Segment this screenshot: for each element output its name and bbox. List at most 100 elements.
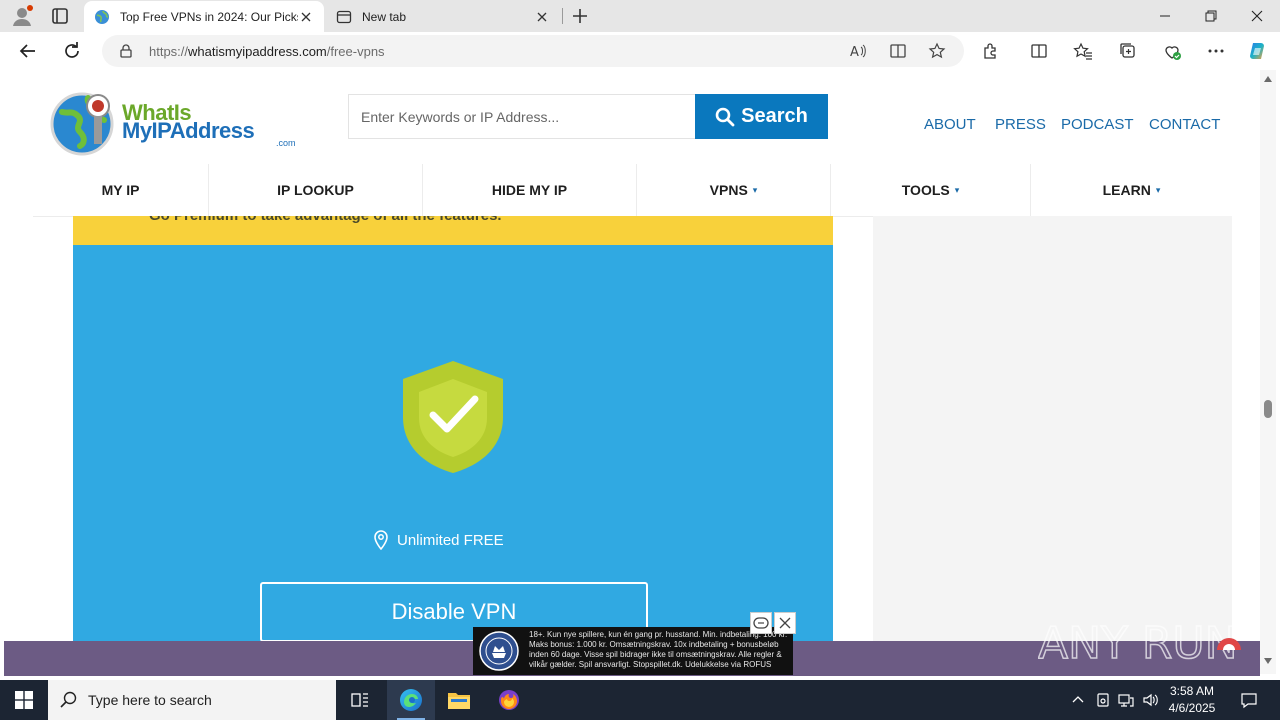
ad-choices-icon[interactable]	[750, 612, 772, 634]
more-options-icon[interactable]	[1206, 41, 1226, 61]
back-arrow-icon[interactable]	[16, 39, 40, 63]
address-bar[interactable]: https://whatismyipaddress.com/free-vpns …	[102, 35, 964, 67]
collections-icon[interactable]	[1118, 41, 1138, 61]
link-press[interactable]: PRESS	[995, 116, 1046, 133]
security-tray-icon[interactable]	[1093, 690, 1113, 710]
lock-icon[interactable]	[118, 43, 134, 59]
nav-my-ip[interactable]: MY IP	[33, 164, 209, 216]
favorite-star-icon[interactable]	[928, 42, 946, 60]
vpn-location-label: Unlimited FREE	[397, 531, 504, 549]
search-button[interactable]: Search	[695, 94, 828, 139]
scroll-down-icon[interactable]	[1264, 658, 1272, 664]
tab-new-tab[interactable]: New tab	[326, 1, 560, 32]
link-podcast[interactable]: PODCAST	[1061, 116, 1134, 133]
close-icon[interactable]	[534, 9, 550, 25]
notifications-icon[interactable]	[1238, 690, 1260, 710]
nav-tools[interactable]: TOOLS ▾	[831, 164, 1031, 216]
nav-label: TOOLS	[901, 182, 950, 198]
tab-free-vpns[interactable]: Top Free VPNs in 2024: Our Picks	[84, 1, 324, 32]
plus-icon[interactable]	[568, 4, 592, 28]
read-aloud-icon[interactable]: A	[849, 42, 867, 60]
nav-label: LEARN	[1102, 182, 1151, 198]
nav-ip-lookup[interactable]: IP LOOKUP	[209, 164, 423, 216]
url-scheme: https://	[149, 44, 189, 59]
url-path: /free-vpns	[326, 44, 385, 59]
tab-title: Top Free VPNs in 2024: Our Picks	[120, 9, 298, 24]
nav-label: MY IP	[101, 182, 140, 198]
clock-time: 3:58 AM	[1169, 684, 1215, 698]
nav-learn[interactable]: LEARN ▾	[1031, 164, 1232, 216]
edge-app-icon[interactable]	[387, 680, 435, 720]
restore-icon[interactable]	[1188, 0, 1234, 32]
link-contact[interactable]: CONTACT	[1149, 116, 1220, 133]
url-host: whatismyipaddress.com	[188, 44, 327, 59]
copilot-icon[interactable]	[1246, 39, 1270, 63]
site-search-input[interactable]: Enter Keywords or IP Address...	[348, 94, 696, 139]
address-toolbar: https://whatismyipaddress.com/free-vpns …	[0, 32, 1280, 70]
watermark-text: ANY RUN	[1038, 618, 1238, 669]
tab-actions-icon[interactable]	[48, 4, 72, 28]
shield-check-icon	[403, 361, 503, 473]
globe-logo-icon	[50, 92, 114, 156]
right-sidebar	[873, 216, 1232, 641]
site-logo[interactable]: WhatIs MyIPAddress .com	[48, 88, 296, 158]
nav-hide-my-ip[interactable]: HIDE MY IP	[423, 164, 637, 216]
caret-down-icon: ▾	[954, 184, 960, 195]
notification-badge-icon	[1217, 638, 1241, 650]
link-about[interactable]: ABOUT	[924, 116, 976, 133]
profile-icon[interactable]	[10, 4, 34, 28]
task-view-icon[interactable]	[336, 680, 384, 720]
nav-label: HIDE MY IP	[491, 182, 568, 198]
svg-text:A: A	[850, 45, 859, 60]
page-scrollbar[interactable]	[1260, 70, 1276, 674]
globe-icon	[94, 9, 110, 25]
windows-start-icon[interactable]	[0, 680, 48, 720]
ad-disclaimer: 18+. Kun nye spillere, kun én gang pr. h…	[529, 630, 788, 669]
nav-label: VPNS	[709, 182, 748, 198]
web-page: WhatIs MyIPAddress .com Enter Keywords o…	[4, 70, 1260, 641]
scroll-up-icon[interactable]	[1264, 76, 1272, 82]
search-button-label: Search	[741, 105, 808, 127]
logo-line-2: MyIPAddress	[122, 118, 255, 143]
tab-title: New tab	[362, 9, 407, 24]
file-explorer-icon[interactable]	[435, 680, 483, 720]
clock-date: 4/6/2025	[1168, 701, 1216, 715]
location-pin-icon	[374, 530, 388, 550]
nav-vpns[interactable]: VPNS ▾	[637, 164, 831, 216]
license-seal-icon	[479, 631, 519, 671]
windows-taskbar: Type here to search 3:58 AM 4/6/2025	[0, 680, 1280, 720]
new-tab-page-icon	[336, 9, 352, 25]
tab-bar: Top Free VPNs in 2024: Our Picks New tab	[0, 0, 1280, 32]
taskbar-search-box[interactable]: Type here to search	[48, 680, 336, 720]
minimize-icon[interactable]	[1142, 0, 1188, 32]
url-text[interactable]: https://whatismyipaddress.com/free-vpns	[149, 44, 385, 59]
tab-separator	[562, 8, 563, 24]
refresh-icon[interactable]	[60, 39, 84, 63]
network-icon[interactable]	[1116, 690, 1136, 710]
disable-vpn-label: Disable VPN	[391, 599, 517, 624]
extensions-icon[interactable]	[981, 41, 1001, 61]
anyrun-watermark: ANY RUN	[1038, 617, 1238, 670]
firefox-app-icon[interactable]	[485, 680, 533, 720]
content-column: Go Premium to take advantage of all the …	[73, 216, 833, 641]
vpn-location: Unlimited FREE	[373, 530, 533, 550]
logo-line-3: .com	[276, 138, 296, 148]
ad-close-icon[interactable]	[774, 612, 796, 634]
caret-down-icon: ▾	[752, 184, 758, 195]
favorites-icon[interactable]	[1073, 41, 1093, 61]
volume-icon[interactable]	[1140, 690, 1160, 710]
immersive-reader-icon[interactable]	[889, 42, 907, 60]
close-window-icon[interactable]	[1234, 0, 1280, 32]
browser-essentials-icon[interactable]	[1162, 41, 1182, 61]
caret-down-icon: ▾	[1155, 184, 1161, 195]
close-icon[interactable]	[298, 9, 314, 25]
search-icon	[715, 107, 735, 126]
premium-banner-text: Go Premium to take advantage of all the …	[149, 216, 502, 224]
gambling-ad[interactable]: 18+. Kun nye spillere, kun én gang pr. h…	[473, 627, 793, 675]
chevron-up-icon[interactable]	[1068, 690, 1088, 710]
premium-banner: Go Premium to take advantage of all the …	[73, 216, 833, 245]
taskbar-search-placeholder: Type here to search	[88, 692, 212, 708]
scrollbar-thumb[interactable]	[1264, 400, 1272, 418]
split-screen-icon[interactable]	[1029, 41, 1049, 61]
system-clock[interactable]: 3:58 AM 4/6/2025	[1160, 683, 1224, 717]
